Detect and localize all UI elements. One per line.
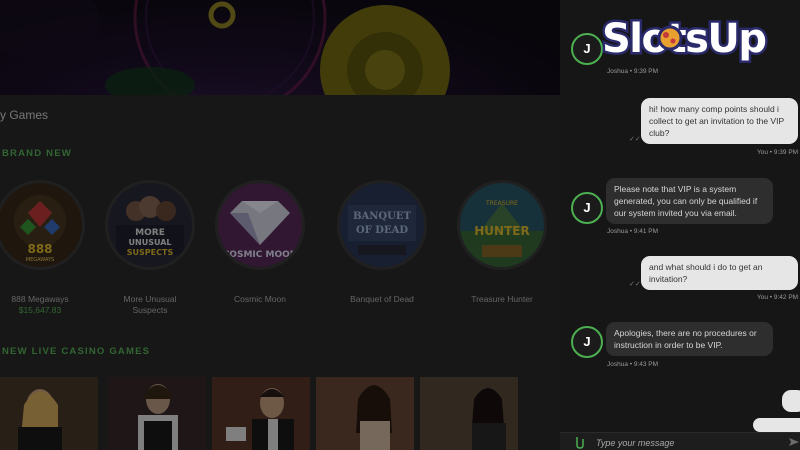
casino-lobby: y Games BRAND NEW 888 MEGAWAYS 888 Megaw… — [0, 0, 560, 450]
game-name[interactable]: Cosmic Moon — [208, 294, 312, 305]
svg-text:TREASURE: TREASURE — [485, 200, 518, 207]
screen: y Games BRAND NEW 888 MEGAWAYS 888 Megaw… — [0, 0, 800, 450]
game-name[interactable]: Banquet of Dead — [330, 294, 434, 305]
svg-text:MORE: MORE — [135, 228, 165, 238]
svg-text:BANQUET: BANQUET — [353, 211, 411, 222]
dealer-image — [212, 377, 310, 450]
game-art: COSMIC MOON — [218, 183, 302, 267]
game-art: MORE UNUSUAL SUSPECTS — [108, 183, 192, 267]
game-name[interactable]: 888 Megaways — [0, 294, 92, 305]
user-message-bubble: hi! how many comp points should i collec… — [641, 98, 798, 144]
user-message-bubble-partial — [782, 390, 800, 412]
game-card[interactable]: BANQUET OF DEAD Banquet of Dead — [330, 180, 434, 305]
dealer-image — [316, 377, 414, 450]
brand-new-games: 888 MEGAWAYS 888 Megaways $15,647.83 MOR… — [0, 180, 560, 330]
message-meta: Joshua • 9:41 PM — [607, 228, 659, 235]
hero-banner[interactable] — [0, 0, 560, 95]
svg-text:SUSPECTS: SUSPECTS — [127, 248, 174, 257]
game-card[interactable]: MORE UNUSUAL SUSPECTS More Unusual Suspe… — [98, 180, 202, 316]
game-name[interactable]: Treasure Hunter — [450, 294, 554, 305]
agent-avatar: J — [571, 326, 603, 358]
live-casino-games — [0, 377, 560, 450]
read-receipt-icon: ✓✓ — [629, 281, 641, 288]
svg-text:UNUSUAL: UNUSUAL — [129, 238, 172, 247]
send-icon[interactable] — [788, 436, 800, 448]
live-dealer-card[interactable] — [108, 377, 206, 450]
slotsup-logo: SlotsUp — [600, 14, 770, 65]
live-dealer-card[interactable] — [212, 377, 310, 450]
live-dealer-card[interactable] — [420, 377, 518, 450]
game-art: BANQUET OF DEAD — [340, 183, 424, 267]
live-dealer-card[interactable] — [0, 377, 98, 450]
game-art: TREASURE HUNTER — [460, 183, 544, 267]
game-card[interactable]: 888 MEGAWAYS 888 Megaways $15,647.83 — [0, 180, 92, 316]
user-message-bubble-partial — [753, 418, 800, 432]
message-input[interactable] — [596, 436, 776, 449]
agent-message-bubble: Apologies, there are no procedures or in… — [606, 322, 773, 356]
section-title: y Games — [0, 108, 49, 122]
jackpot-amount: $15,647.83 — [18, 305, 62, 315]
message-meta: Joshua • 9:43 PM — [607, 361, 659, 368]
agent-avatar: J — [571, 33, 603, 65]
agent-message-bubble: Please note that VIP is a system generat… — [606, 178, 773, 224]
svg-text:888: 888 — [27, 242, 52, 256]
svg-text:MEGAWAYS: MEGAWAYS — [26, 257, 54, 263]
svg-text:HUNTER: HUNTER — [474, 224, 529, 238]
game-thumbnail[interactable]: TREASURE HUNTER — [457, 180, 547, 270]
user-message-bubble: and what should i do to get an invitatio… — [641, 256, 798, 290]
svg-text:OF DEAD: OF DEAD — [356, 225, 408, 236]
chat-input-bar — [560, 432, 800, 450]
logo-text: SlotsUp — [602, 16, 766, 62]
game-card[interactable]: TREASURE HUNTER Treasure Hunter — [450, 180, 554, 305]
live-casino-label: NEW LIVE CASINO GAMES — [2, 346, 151, 357]
game-name[interactable]: More Unusual Suspects — [98, 294, 202, 316]
attachment-icon[interactable] — [572, 435, 586, 449]
game-thumbnail[interactable]: 888 MEGAWAYS — [0, 180, 85, 270]
dealer-image — [0, 377, 98, 450]
read-receipt-icon: ✓✓ — [629, 136, 641, 143]
message-meta: You • 9:39 PM — [757, 149, 799, 156]
game-thumbnail[interactable]: BANQUET OF DEAD — [337, 180, 427, 270]
message-meta: You • 9:42 PM — [757, 294, 799, 301]
game-card[interactable]: COSMIC MOON Cosmic Moon — [208, 180, 312, 305]
chat-panel: J Joshua • 9:39 PM hi! how many comp poi… — [560, 0, 800, 450]
game-thumbnail[interactable]: MORE UNUSUAL SUSPECTS — [105, 180, 195, 270]
game-thumbnail[interactable]: COSMIC MOON — [215, 180, 305, 270]
message-meta: Joshua • 9:39 PM — [607, 68, 659, 75]
svg-text:COSMIC MOON: COSMIC MOON — [223, 250, 298, 260]
game-art: 888 MEGAWAYS — [0, 183, 82, 267]
dealer-image — [108, 377, 206, 450]
live-dealer-card[interactable] — [316, 377, 414, 450]
agent-avatar: J — [571, 192, 603, 224]
brand-new-label: BRAND NEW — [2, 148, 72, 159]
dealer-image — [420, 377, 518, 450]
